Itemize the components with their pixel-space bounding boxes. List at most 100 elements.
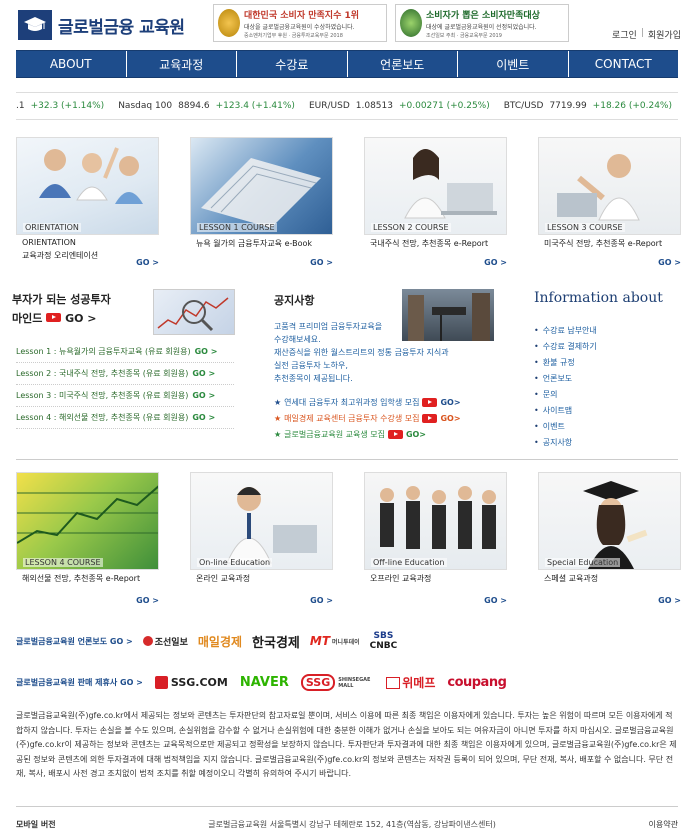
disclaimer-text: 글로벌금융교육원(주)gfe.co.kr에서 제공되는 정보와 콘텐츠는 투자판… [16,711,677,778]
lesson-item[interactable]: Lesson 4 : 해외선물 전망, 추천종목 (유료 회원용) GO > [16,407,234,429]
go-link[interactable]: GO > [658,258,681,267]
notice-item[interactable]: ★ 글로벌금융교육원 교육생 모집 GO> [274,429,461,440]
go-link[interactable]: GO > [310,596,333,605]
lesson-item[interactable]: Lesson 2 : 국내주식 전망, 추천종목 (유료 회원용) GO > [16,363,234,385]
course-card-lesson1[interactable]: LESSON 1 COURSE 뉴욕 월가의 금융투자교육 e-Book GO … [190,137,335,267]
magnifier-chart-photo [153,289,235,335]
nav-courses[interactable]: 교육과정 [127,51,237,77]
section-heading: 부자가 되는 성공투자 [12,293,111,306]
nav-fees[interactable]: 수강료 [237,51,348,77]
course-card-special[interactable]: Special Education 스페셜 교육과정 GO > [538,472,683,605]
info-link[interactable]: 사이트맵 [534,405,597,416]
nav-contact[interactable]: CONTACT [569,51,679,77]
lesson-item[interactable]: Lesson 1 : 뉴욕월가의 금융투자교육 (유료 회원용) GO > [16,341,234,363]
notice-label: 매일경제 교육센터 금융투자 수강생 모집 [284,414,420,423]
lesson-label: Lesson 1 : 뉴욕월가의 금융투자교육 (유료 회원용) [16,347,191,356]
site-logo[interactable]: 글로벌금융 교육원 [18,10,185,40]
brand-name: 위메프 [402,676,436,690]
go-link[interactable]: GO > [195,347,218,356]
ticker-symbol: BTC/USD [503,101,544,111]
login-link[interactable]: 로그인 [612,28,637,41]
naver-logo[interactable]: NAVER [240,675,289,690]
nav-about[interactable]: ABOUT [16,51,127,77]
book-photo: LESSON 1 COURSE [190,137,333,235]
partners-label[interactable]: 글로벌금융교육원 판매 제휴사 GO > [16,677,143,688]
go-link[interactable]: GO > [136,258,159,267]
info-heading: Information about [534,290,663,306]
man-laptop-photo: On-line Education [190,472,333,570]
go-link[interactable]: GO > [192,391,215,400]
terms-link[interactable]: 이용약관 [649,819,678,830]
go-link[interactable]: GO > [484,258,507,267]
info-link[interactable]: 공지사항 [534,437,597,448]
notice-item[interactable]: ★ 매일경제 교육센터 금융투자 수강생 모집 GO> [274,413,461,424]
award-banner-2[interactable]: 소비자가 뽑은 소비자만족대상 대상에 글로벌금융교육원이 선정되었습니다. 조… [395,4,569,42]
notice-label: 글로벌금융교육원 교육생 모집 [284,430,385,439]
go-link[interactable]: GO> [440,414,460,423]
shinsegae-mall-logo[interactable]: SSG SHINSEGAE MALL [300,674,374,691]
course-title: 오프라인 교육과정 [370,574,432,583]
ticker-price: 1.08513 [355,101,393,111]
course-tag: ORIENTATION [23,223,81,232]
brand-name: 머니투데이 [332,638,360,646]
go-link[interactable]: GO > [192,413,215,422]
course-card-online[interactable]: On-line Education 온라인 교육과정 GO > [190,472,335,605]
course-card-lesson3[interactable]: LESSON 3 COURSE 미국주식 전망, 추천종목 e-Report G… [538,137,683,267]
course-card-orientation[interactable]: ORIENTATION ORIENTATION 교육과정 오리엔테이션 GO > [16,137,161,267]
nav-events[interactable]: 이벤트 [458,51,569,77]
course-title: 뉴욕 월가의 금융투자교육 e-Book [196,239,313,248]
mobile-version-link[interactable]: 모바일 버전 [16,819,56,830]
course-card-offline[interactable]: Off-line Education 오프라인 교육과정 GO > [364,472,509,605]
wemakeprice-logo[interactable]: 위메프 [386,674,435,691]
course-card-lesson4[interactable]: LESSON 4 COURSE 해외선물 전망, 추천종목 e-Report G… [16,472,161,605]
ticker-symbol: Nasdaq 100 [118,101,173,111]
go-link[interactable]: GO > [658,596,681,605]
notice-line: 재산증식을 위한 월스트리트의 정통 금융투자 지식과 [274,348,449,357]
star-icon: ★ [274,398,282,407]
brand-name: MT [309,634,331,648]
mt-logo[interactable]: MT 머니투데이 [310,634,360,648]
info-link[interactable]: 언론보도 [534,373,597,384]
info-link[interactable]: 수강료 납부안내 [534,325,597,336]
go-link[interactable]: GO > [192,369,215,378]
info-link[interactable]: 이벤트 [534,421,597,432]
info-list: 수강료 납부안내 수강료 결제하기 환불 규정 언론보도 문의 사이트맵 이벤트… [534,325,597,453]
signup-link[interactable]: 회원가입 [648,28,681,41]
chosun-logo[interactable]: 조선일보 [142,635,188,648]
main-nav: ABOUT 교육과정 수강료 언론보도 이벤트 CONTACT [16,50,678,78]
go-link[interactable]: GO> [440,398,460,407]
course-title: 스페셜 교육과정 [544,574,599,583]
go-link[interactable]: GO > [136,596,159,605]
course-tag: On-line Education [197,558,273,567]
sbs-cnbc-logo[interactable]: SBS CNBC [370,631,398,651]
ticker-item: Nasdaq 100 8894.6 +123.4 (+1.41%) [118,101,295,111]
award-banner-1[interactable]: 대한민국 소비자 만족지수 1위 대상을 글로벌금융교육원이 수상하였습니다. … [213,4,387,42]
course-tag: LESSON 4 COURSE [23,558,103,567]
nav-press[interactable]: 언론보도 [348,51,458,77]
award-title: 대한민국 소비자 만족지수 1위 [244,10,360,21]
mk-logo[interactable]: 매일경제 [198,633,242,650]
course-tag: LESSON 2 COURSE [371,223,451,232]
course-card-lesson2[interactable]: LESSON 2 COURSE 국내주식 전망, 추천종목 e-Report G… [364,137,509,267]
lesson-item[interactable]: Lesson 3 : 미국주식 전망, 추천종목 (유료 회원용) GO > [16,385,234,407]
press-label[interactable]: 글로벌금융교육원 언론보도 GO > [16,636,133,647]
go-link[interactable]: GO > [65,312,96,325]
info-link[interactable]: 수강료 결제하기 [534,341,597,352]
brand-name: SSG.COM [170,676,228,689]
notice-line: 추천종목이 제공됩니다. [274,374,353,383]
info-link[interactable]: 환불 규정 [534,357,597,368]
info-link[interactable]: 문의 [534,389,597,400]
go-link[interactable]: GO > [310,258,333,267]
go-link[interactable]: GO > [484,596,507,605]
ssg-logo[interactable]: SSG.COM [154,676,228,689]
market-ticker[interactable]: .1 +32.3 (+1.14%) Nasdaq 100 8894.6 +123… [16,92,678,120]
coupang-logo[interactable]: coupang [447,675,507,690]
notice-item[interactable]: ★ 연세대 금융투자 최고위과정 입학생 모집 GO> [274,397,461,408]
ticker-change: +0.00271 (+0.25%) [398,101,490,111]
logo-text: 글로벌금융 교육원 [58,17,185,38]
lesson-label: Lesson 4 : 해외선물 전망, 추천종목 (유료 회원용) [16,413,189,422]
hankyung-logo[interactable]: 한국경제 [252,632,300,651]
section-heading-2[interactable]: 마인드 GO > [12,310,111,326]
course-photo: ORIENTATION [16,137,159,235]
go-link[interactable]: GO> [406,430,426,439]
